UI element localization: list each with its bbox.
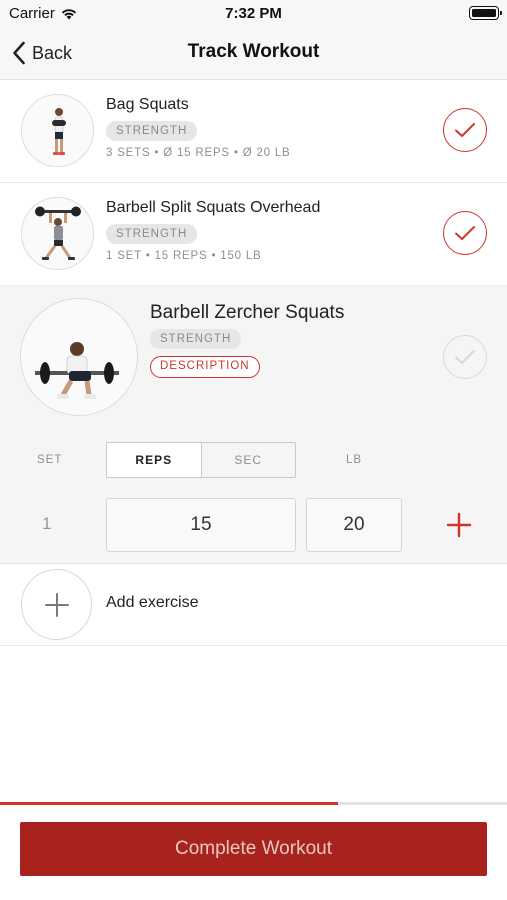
complete-toggle-button[interactable]	[443, 211, 487, 255]
athlete-figure-icon	[35, 206, 81, 260]
checkmark-icon	[455, 226, 475, 240]
page-title: Track Workout	[187, 41, 320, 62]
athlete-figure-icon	[52, 108, 66, 155]
weight-column-label: LB	[346, 454, 363, 466]
set-column-label: SET	[37, 454, 63, 466]
set-number: 1	[42, 514, 52, 533]
plus-icon	[446, 512, 472, 538]
workout-progress-bar	[0, 802, 507, 805]
weight-input[interactable]: 20	[306, 498, 402, 552]
sec-segment[interactable]: SEC	[201, 443, 295, 477]
exercise-row[interactable]: Bag Squats STRENGTH 3 SETS • Ø 15 REPS •…	[0, 80, 507, 183]
clock: 7:32 PM	[225, 5, 282, 22]
complete-toggle-button[interactable]	[443, 108, 487, 152]
navigation-bar: Back Track Workout	[0, 28, 507, 80]
reps-segment[interactable]: REPS	[107, 443, 202, 477]
exercise-summary: 1 SET • 15 REPS • 150 LB	[106, 250, 262, 262]
battery-icon	[469, 6, 502, 20]
add-exercise-button[interactable]	[21, 569, 92, 640]
exercise-row[interactable]: Barbell Split Squats Overhead STRENGTH 1…	[0, 183, 507, 286]
athlete-figure-icon	[35, 342, 119, 399]
complete-toggle-button[interactable]	[443, 335, 487, 379]
exercise-thumbnail	[20, 298, 138, 416]
add-set-button[interactable]	[446, 512, 472, 538]
add-exercise-label[interactable]: Add exercise	[106, 594, 199, 612]
exercise-summary: 3 SETS • Ø 15 REPS • Ø 20 LB	[106, 147, 291, 159]
reps-sec-toggle: REPS SEC	[106, 442, 296, 478]
category-tag: STRENGTH	[106, 121, 198, 141]
exercise-thumbnail	[21, 94, 94, 167]
description-button[interactable]: DESCRIPTION	[150, 356, 260, 378]
complete-workout-button[interactable]: Complete Workout	[20, 822, 487, 876]
exercise-name: Bag Squats	[106, 96, 189, 113]
workout-progress-fill	[0, 802, 339, 805]
exercise-thumbnail	[21, 197, 94, 270]
checkmark-icon	[455, 123, 475, 137]
exercise-name: Barbell Split Squats Overhead	[106, 199, 321, 216]
status-bar: Carrier 7:32 PM	[0, 0, 507, 28]
active-exercise-panel: Barbell Zercher Squats STRENGTH DESCRIPT…	[0, 286, 507, 564]
exercise-name: Barbell Zercher Squats	[150, 302, 345, 323]
category-tag: STRENGTH	[106, 224, 198, 244]
category-tag: STRENGTH	[150, 329, 242, 349]
checkmark-icon	[455, 350, 475, 364]
reps-input[interactable]: 15	[106, 498, 296, 552]
add-exercise-row[interactable]: Add exercise	[0, 564, 507, 646]
plus-icon	[44, 592, 69, 617]
